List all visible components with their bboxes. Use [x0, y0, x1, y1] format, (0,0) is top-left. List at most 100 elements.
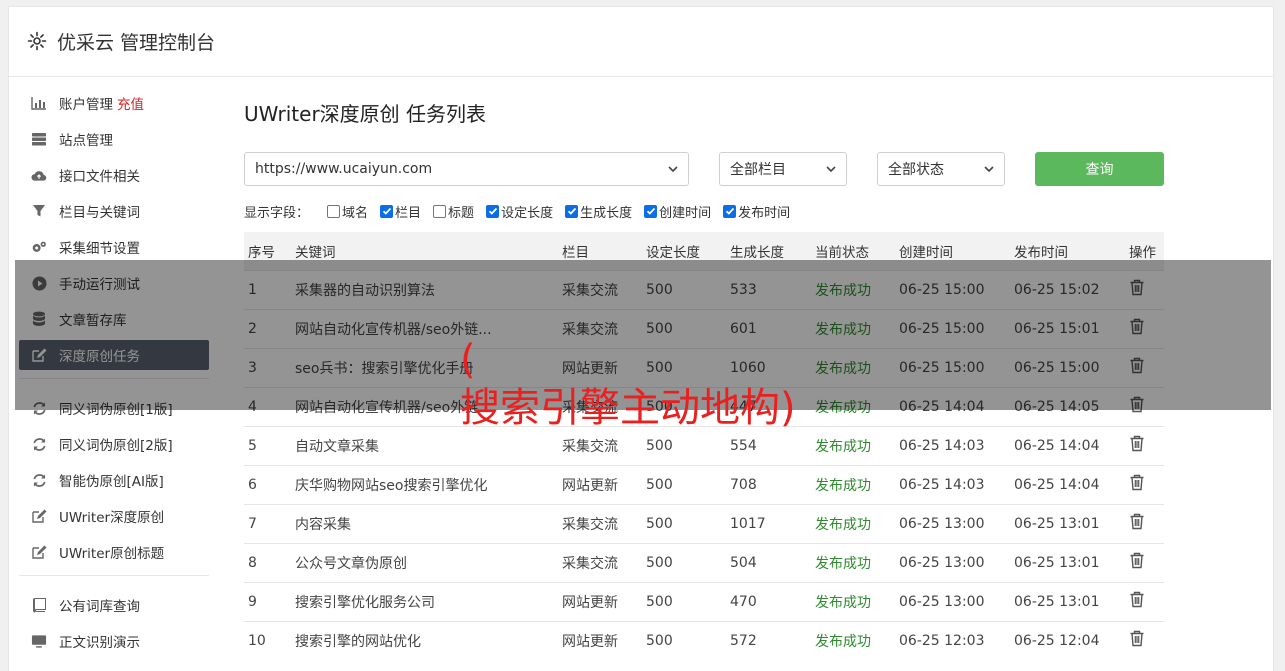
trash-icon[interactable]	[1129, 591, 1145, 608]
sidebar-item-label: 栏目与关键词	[59, 205, 140, 221]
display-fields: 显示字段： 域名 栏目 标题 设定长度 生成长度 创建时间 发布时间	[244, 200, 1164, 222]
chevron-down-icon	[668, 166, 678, 173]
edit-icon	[31, 544, 47, 560]
table-cell: 搜索引擎的网站优化	[291, 620, 558, 660]
table-cell: 500	[642, 464, 726, 504]
sidebar-item[interactable]: 正文识别演示	[19, 626, 209, 656]
checkbox-checked-icon	[644, 204, 658, 218]
sidebar-item[interactable]: 接口文件相关	[19, 160, 209, 190]
field-checkbox[interactable]: 标题	[433, 202, 474, 221]
sidebar-item[interactable]: 公有词库查询	[19, 590, 209, 620]
query-button[interactable]: 查询	[1035, 152, 1164, 186]
table-cell: 06-25 13:01	[1010, 581, 1125, 621]
table-cell-actions	[1125, 503, 1164, 543]
recharge-link[interactable]: 充值	[117, 93, 144, 113]
column-select[interactable]: 全部栏目	[719, 152, 847, 186]
trash-icon[interactable]	[1129, 630, 1145, 647]
table-cell: 06-25 13:01	[1010, 542, 1125, 582]
table-row: 6 庆华购物网站seo搜索引擎优化 网站更新 500 708 发布成功 06-25 14:0…	[244, 464, 1164, 504]
checkbox-checked-icon	[380, 204, 394, 218]
table-cell-actions	[1125, 425, 1164, 465]
sidebar-item-label: 采集细节设置	[59, 241, 140, 257]
table-row: 9 搜索引擎优化服务公司 网站更新 500 470 发布成功 06-25 13:00 06-2…	[244, 581, 1164, 621]
sidebar-item-label: 账户管理	[59, 97, 113, 113]
status-text: 发布成功	[811, 503, 895, 543]
table-cell: 06-25 13:00	[895, 503, 1010, 543]
field-checkbox[interactable]: 栏目	[380, 202, 421, 221]
chevron-down-icon	[826, 166, 836, 173]
filter-icon	[31, 203, 47, 219]
table-cell: 06-25 14:04	[1010, 425, 1125, 465]
field-checkbox-label: 设定长度	[501, 205, 554, 221]
field-checkbox[interactable]: 发布时间	[723, 202, 790, 221]
table-cell: 06-25 13:01	[1010, 503, 1125, 543]
status-text: 发布成功	[811, 581, 895, 621]
checkbox-checked-icon	[486, 204, 500, 218]
table-cell: 网站更新	[558, 581, 642, 621]
sidebar-item[interactable]: 站点管理	[19, 124, 209, 154]
table-cell: 采集交流	[558, 503, 642, 543]
table-cell: 采集交流	[558, 542, 642, 582]
chevron-down-icon	[984, 166, 994, 173]
status-text: 发布成功	[811, 464, 895, 504]
checkbox-checked-icon	[565, 204, 579, 218]
table-cell: 8	[244, 542, 291, 582]
table-cell-actions	[1125, 620, 1164, 660]
field-checkbox[interactable]: 生成长度	[565, 202, 632, 221]
sidebar-item-label: 公有词库查询	[59, 599, 140, 615]
trash-icon[interactable]	[1129, 513, 1145, 530]
trash-icon[interactable]	[1129, 552, 1145, 569]
table-cell: 504	[726, 542, 811, 582]
gear-icon	[27, 31, 49, 53]
cloud-upload-icon	[31, 167, 47, 183]
sidebar-item[interactable]: 同义词伪原创[2版]	[19, 429, 209, 459]
overlay-caption: ( 搜索引擎主动地构)	[460, 336, 840, 432]
sidebar-item[interactable]: 智能伪原创[AI版]	[19, 465, 209, 495]
field-checkbox[interactable]: 创建时间	[644, 202, 711, 221]
table-cell: 庆华购物网站seo搜索引擎优化	[291, 464, 558, 504]
overlay-caption-line2: 搜索引擎主动地构)	[460, 385, 796, 431]
filter-bar: https://www.ucaiyun.com 全部栏目 全部状态 查询	[244, 152, 1164, 188]
table-cell: 500	[642, 542, 726, 582]
table-cell: 公众号文章伪原创	[291, 542, 558, 582]
table-cell: 9	[244, 581, 291, 621]
field-checkbox-label: 发布时间	[738, 205, 791, 221]
table-cell: 06-25 12:03	[895, 620, 1010, 660]
table-cell: 6	[244, 464, 291, 504]
table-cell-actions	[1125, 542, 1164, 582]
sidebar-item-label: 同义词伪原创[2版]	[59, 438, 173, 454]
gears-icon	[31, 239, 47, 255]
sidebar-item[interactable]: 栏目与关键词	[19, 196, 209, 226]
table-cell: 网站更新	[558, 464, 642, 504]
table-cell-actions	[1125, 581, 1164, 621]
sidebar-item[interactable]: UWriter深度原创	[19, 501, 209, 531]
table-row: 10 搜索引擎的网站优化 网站更新 500 572 发布成功 06-25 12:03 06-2…	[244, 620, 1164, 660]
table-cell: 470	[726, 581, 811, 621]
trash-icon[interactable]	[1129, 435, 1145, 452]
table-cell: 1017	[726, 503, 811, 543]
field-checkbox[interactable]: 设定长度	[486, 202, 553, 221]
table-cell: 5	[244, 425, 291, 465]
table-cell: 内容采集	[291, 503, 558, 543]
table-cell: 06-25 14:04	[1010, 464, 1125, 504]
site-select[interactable]: https://www.ucaiyun.com	[244, 152, 689, 186]
sidebar-divider	[19, 575, 209, 576]
status-select[interactable]: 全部状态	[877, 152, 1005, 186]
field-checkbox-label: 域名	[342, 205, 369, 221]
header: 优采云 管理控制台	[9, 7, 1273, 77]
edit-icon	[31, 508, 47, 524]
sidebar-item[interactable]: UWriter原创标题	[19, 537, 209, 567]
sidebar-item[interactable]: 账户管理 充值	[19, 88, 209, 118]
trash-icon[interactable]	[1129, 474, 1145, 491]
book-icon	[31, 597, 47, 613]
table-cell: 06-25 13:00	[895, 542, 1010, 582]
sidebar-item[interactable]: 采集细节设置	[19, 232, 209, 262]
console-title: 优采云 管理控制台	[57, 32, 216, 54]
monitor-icon	[31, 633, 47, 649]
bar-chart-icon	[31, 95, 47, 111]
field-checkbox[interactable]: 域名	[327, 202, 368, 221]
refresh-icon	[31, 472, 47, 488]
table-cell: 572	[726, 620, 811, 660]
table-cell: 500	[642, 581, 726, 621]
sidebar-item-label: UWriter原创标题	[59, 546, 165, 562]
